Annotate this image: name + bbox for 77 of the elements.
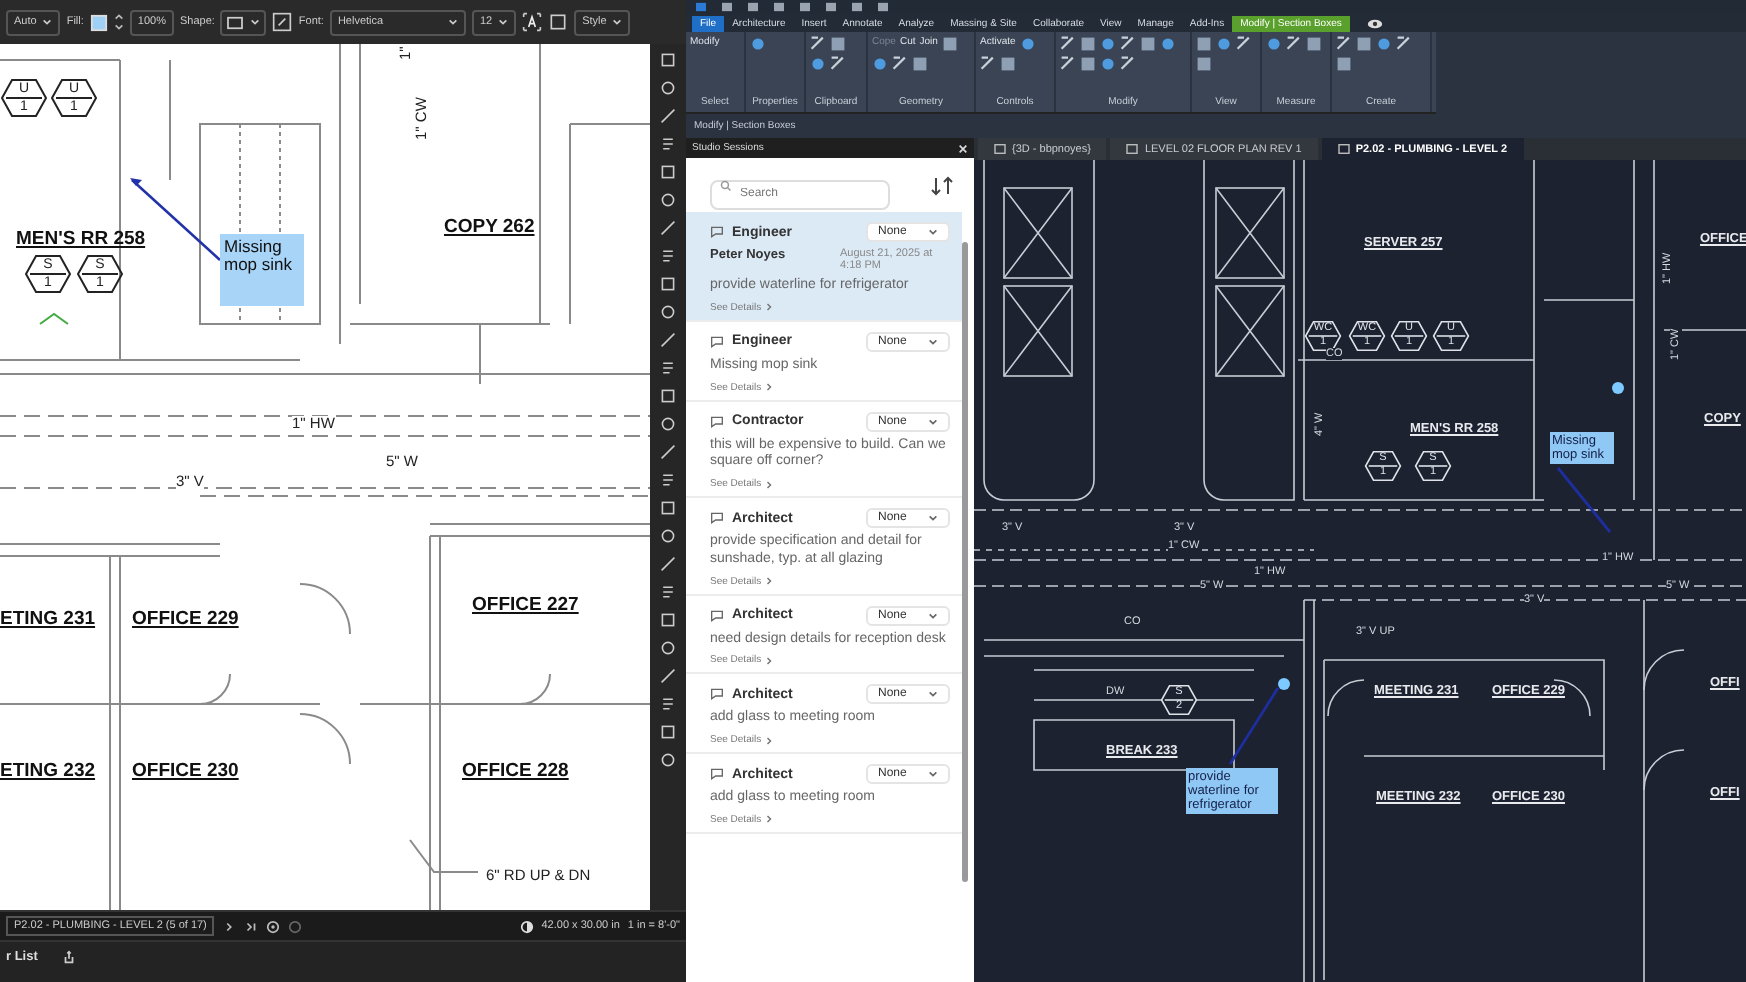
ribbon-tool-icon[interactable] (1336, 36, 1352, 52)
chevron-icon (765, 302, 772, 313)
tool-icon[interactable] (660, 136, 676, 152)
view-icon (1337, 144, 1350, 154)
comment-icon (710, 768, 724, 780)
shape-tool-icon[interactable] (272, 12, 293, 32)
chevron-icon (765, 735, 772, 745)
tool-icon[interactable] (660, 360, 676, 376)
rectangle-icon (226, 15, 245, 29)
chevron-icon (765, 576, 772, 586)
ribbon-tool-icon[interactable] (892, 56, 908, 72)
room-label: ETING 232 (0, 762, 96, 783)
caret-icon (612, 18, 623, 26)
comment-marker-icon[interactable] (1610, 380, 1626, 396)
ribbon-tool-icon[interactable] (750, 36, 766, 52)
chevron-icon (765, 655, 772, 666)
room-label: ETING 231 (0, 610, 96, 631)
ribbon-tool-icon[interactable] (1060, 36, 1076, 52)
caret-icon (928, 770, 938, 778)
ribbon-tool-icon[interactable] (1060, 56, 1076, 72)
ribbon-tool-icon[interactable] (1396, 36, 1412, 52)
comment-callout[interactable]: Missing mop sink (220, 234, 304, 306)
comment-icon (710, 226, 724, 238)
room-label: OFFICE 227 (472, 596, 579, 617)
view-icon (994, 144, 1006, 154)
ribbon-tool-icon[interactable] (830, 56, 846, 72)
room-label: COPY 262 (444, 218, 535, 239)
text-box-icon[interactable] (522, 12, 543, 32)
comment-marker-icon[interactable] (1276, 676, 1292, 692)
caret-icon (928, 337, 938, 346)
scrollbar[interactable] (962, 242, 968, 882)
last-page-icon[interactable] (244, 919, 259, 933)
comment-icon (710, 688, 724, 701)
search-icon (720, 179, 732, 191)
sort-icon[interactable] (930, 175, 954, 195)
ribbon-tool-icon[interactable] (872, 56, 888, 72)
ribbon-tool-icon[interactable] (1266, 36, 1282, 52)
stepper-icon[interactable] (113, 12, 124, 32)
caret-icon (928, 228, 938, 236)
comment-icon (710, 512, 724, 524)
caret-icon (447, 18, 458, 26)
border-icon[interactable] (548, 12, 569, 32)
ribbon-tool-icon[interactable] (1286, 36, 1302, 52)
caret-icon (928, 690, 938, 699)
contrast-icon[interactable] (519, 919, 534, 933)
ribbon-tool-icon[interactable] (1236, 36, 1252, 52)
next-icon[interactable] (222, 919, 237, 933)
eye-icon[interactable] (1365, 17, 1384, 29)
tool-icon[interactable] (660, 472, 676, 488)
room-label: MEN'S RR 258 (16, 230, 146, 251)
close-icon[interactable] (958, 143, 968, 153)
caret-icon (928, 514, 938, 522)
caret-icon (42, 18, 53, 26)
comment-icon (710, 415, 724, 427)
comment-icon (710, 335, 724, 348)
export-icon[interactable] (61, 950, 76, 964)
shape-dropdown[interactable] (220, 9, 267, 35)
room-label: OFFICE 230 (132, 762, 239, 783)
ribbon-tool-icon[interactable] (810, 36, 826, 52)
tool-icon[interactable] (660, 248, 676, 264)
chevron-icon (765, 814, 772, 825)
caret-icon (250, 18, 261, 26)
view-icon (1126, 144, 1139, 154)
caret-icon (928, 611, 938, 619)
room-label: OFFICE 228 (462, 762, 569, 783)
ribbon-tool-icon[interactable] (1120, 56, 1136, 72)
comment-icon (710, 609, 724, 621)
ribbon-tool-icon[interactable] (1120, 36, 1136, 52)
fill-swatch-icon[interactable] (89, 13, 108, 31)
ribbon-tool-icon[interactable] (980, 56, 996, 72)
tool-icon[interactable] (660, 584, 676, 600)
room-label: OFFICE 229 (132, 610, 239, 631)
caret-icon (498, 18, 509, 26)
tool-icon[interactable] (660, 696, 676, 712)
chevron-icon (765, 382, 772, 392)
chevron-icon (765, 479, 772, 489)
caret-icon (928, 417, 938, 425)
